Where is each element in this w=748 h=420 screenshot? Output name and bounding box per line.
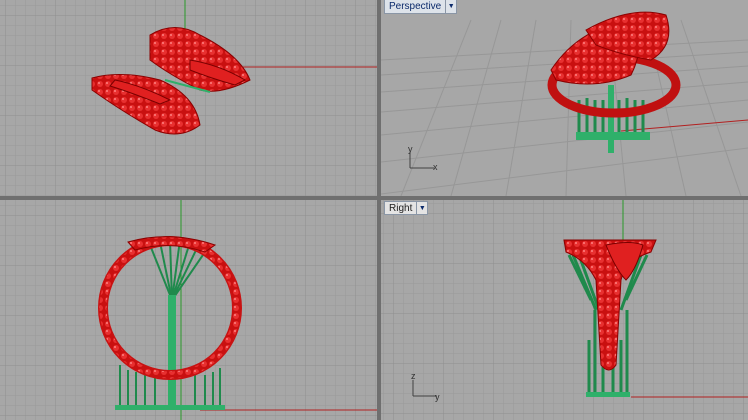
viewport-right[interactable]: Right ▼ z y xyxy=(381,200,748,420)
viewport-perspective[interactable]: Perspective ▼ x y xyxy=(381,0,748,196)
viewport-title: Perspective xyxy=(389,1,442,12)
viewport-top[interactable] xyxy=(0,0,377,196)
chevron-down-icon[interactable]: ▼ xyxy=(416,201,427,215)
axis-label-y: y xyxy=(408,144,413,154)
axis-label-y: y xyxy=(435,392,440,402)
viewport-tab-perspective[interactable]: Perspective ▼ xyxy=(384,0,458,14)
viewport-title: Right xyxy=(389,202,413,214)
ring-model-front[interactable] xyxy=(0,200,377,420)
chevron-down-icon[interactable]: ▼ xyxy=(445,0,456,13)
axis-label-z: z xyxy=(411,371,416,381)
viewport-tab-right[interactable]: Right ▼ xyxy=(384,201,429,215)
ring-model-top[interactable] xyxy=(0,0,377,196)
axis-label-x: x xyxy=(433,162,438,172)
viewport-front[interactable] xyxy=(0,200,377,420)
